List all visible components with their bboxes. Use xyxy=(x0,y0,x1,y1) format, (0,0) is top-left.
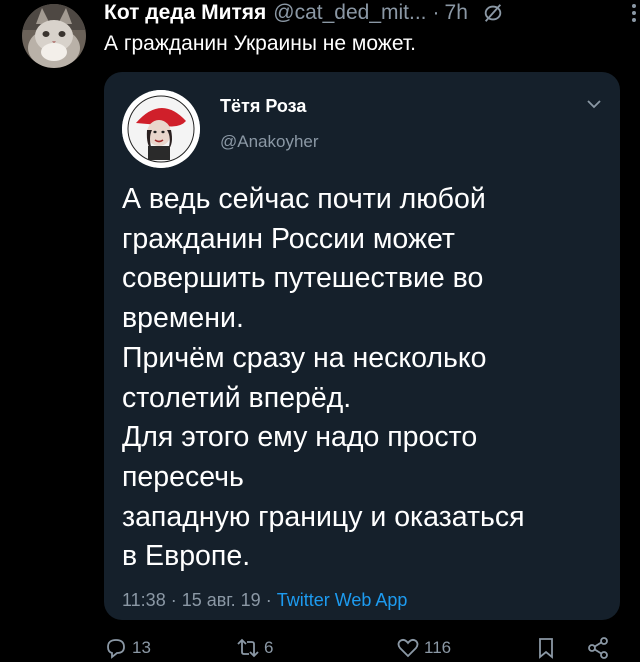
author-handle[interactable]: @cat_ded_mit... xyxy=(273,1,426,25)
share-button[interactable] xyxy=(586,636,614,660)
reply-icon xyxy=(107,639,125,659)
header-separator: · xyxy=(432,1,440,24)
tweet-time[interactable]: 7h xyxy=(445,1,468,25)
lady-avatar-image xyxy=(122,90,200,168)
like-count: 116 xyxy=(424,638,452,657)
quoted-author-avatar[interactable] xyxy=(122,90,200,168)
quoted-text-line: пересечь xyxy=(122,460,244,493)
quoted-tweet-card[interactable]: Тётя Роза @Anakoyher А ведь сейчас почти… xyxy=(104,72,620,620)
quoted-source-link[interactable]: Twitter Web App xyxy=(277,590,408,610)
quoted-text-line: времени. xyxy=(122,302,244,335)
quoted-text-line: Для этого ему надо просто xyxy=(122,421,478,454)
heart-icon xyxy=(397,638,419,658)
bookmark-icon xyxy=(539,638,553,659)
chevron-down-icon[interactable] xyxy=(586,98,602,110)
reply-count: 13 xyxy=(132,638,151,657)
bookmark-button[interactable] xyxy=(534,636,562,660)
quoted-text-line: Причём сразу на несколько xyxy=(122,341,487,374)
quoted-author-name[interactable]: Тётя Роза xyxy=(220,96,306,117)
retweet-button[interactable]: 6 xyxy=(236,636,273,660)
retweet-count: 6 xyxy=(264,638,274,657)
quoted-timestamp: 11:38 · 15 авг. 19 · xyxy=(122,590,277,610)
quoted-text-line: А ведь сейчас почти любой xyxy=(122,183,486,215)
retweet-icon xyxy=(237,638,259,658)
more-vertical-icon[interactable] xyxy=(630,3,638,23)
tweet-header: Кот деда Митяя @cat_ded_mit... · 7h xyxy=(104,0,620,26)
quoted-tweet-text: А ведь сейчас почти любой гражданин Росс… xyxy=(122,180,612,577)
quoted-text-line: западную границу и оказаться xyxy=(122,500,525,533)
tweet-text: А гражданин Украины не может. xyxy=(104,32,416,55)
quoted-text-line: совершить путешествие во xyxy=(122,262,484,295)
reply-button[interactable]: 13 xyxy=(104,636,151,660)
author-name[interactable]: Кот деда Митяя xyxy=(104,1,266,25)
pencil-off-icon xyxy=(484,4,502,22)
quoted-text-line: столетий вперёд. xyxy=(122,381,352,414)
like-button[interactable]: 116 xyxy=(396,636,451,660)
quoted-text-line: гражданин России может xyxy=(122,222,455,255)
share-icon xyxy=(588,637,608,659)
cat-avatar-image xyxy=(22,4,86,68)
quoted-text-line: в Европе. xyxy=(122,540,251,573)
action-bar: 13 6 116 xyxy=(104,636,624,662)
quoted-tweet-meta: 11:38 · 15 авг. 19 · Twitter Web App xyxy=(122,590,407,611)
author-avatar[interactable] xyxy=(22,4,86,68)
quoted-author-handle[interactable]: @Anakoyher xyxy=(220,132,319,152)
